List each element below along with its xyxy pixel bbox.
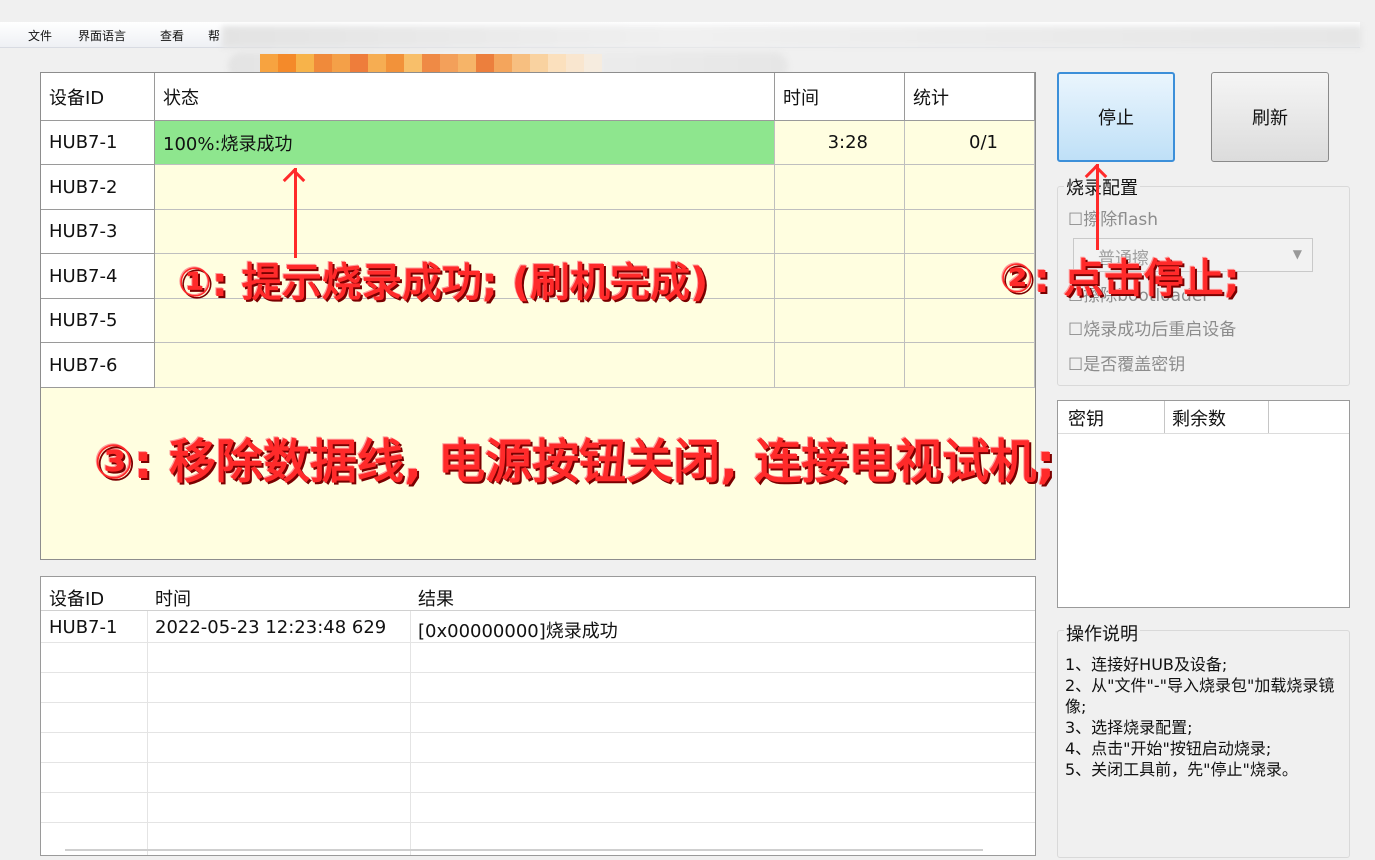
log-row-divider	[41, 792, 1035, 793]
grid-header-id: 设备ID	[41, 73, 155, 121]
log-row-time[interactable]: 2022-05-23 12:23:48 629	[147, 617, 386, 638]
log-col-divider	[147, 611, 148, 855]
annotation-step2: ②: 点击停止;	[1000, 256, 1240, 302]
grid-row-status	[155, 165, 775, 210]
grid-row-time	[775, 254, 905, 299]
key-list: 密钥 剩余数	[1057, 400, 1350, 608]
log-row-divider	[41, 822, 1035, 823]
grid-row-stats	[905, 165, 1035, 210]
menu-language[interactable]: 界面语言	[78, 27, 126, 44]
instructions-title: 操作说明	[1064, 620, 1140, 646]
annotation-step3: ③: 移除数据线, 电源按钮关闭, 连接电视试机;	[94, 435, 1056, 490]
remaining-header: 剩余数	[1172, 409, 1226, 430]
log-header-id: 设备ID	[49, 589, 105, 610]
grid-row-time	[775, 210, 905, 254]
grid-header-status: 状态	[155, 73, 775, 121]
key-col-divider	[1164, 401, 1165, 433]
refresh-button[interactable]: 刷新	[1211, 72, 1329, 162]
grid-header-stats: 统计	[905, 73, 1035, 121]
grid-row-id[interactable]: HUB7-3	[41, 210, 155, 254]
menu-help[interactable]: 帮	[208, 27, 220, 44]
log-row-divider	[41, 672, 1035, 673]
instruction-line: 2、从"文件"-"导入烧录包"加载烧录镜像;	[1065, 676, 1335, 716]
log-grid: 设备ID 时间 结果 HUB7-1 2022-05-23 12:23:48 62…	[40, 576, 1036, 856]
log-scrollbar[interactable]	[65, 849, 983, 851]
erase-flash-checkbox[interactable]: ☐擦除flash	[1068, 205, 1158, 230]
grid-row-id[interactable]: HUB7-5	[41, 299, 155, 343]
log-row-divider	[41, 642, 1035, 643]
grid-row-stats: 0/1	[905, 121, 1035, 165]
grid-row-id[interactable]: HUB7-4	[41, 254, 155, 299]
instruction-line: 1、连接好HUB及设备;	[1065, 655, 1228, 674]
log-col-divider	[410, 611, 411, 855]
annotation-arrow-icon	[1096, 164, 1099, 250]
annotation-arrow-icon	[294, 168, 297, 258]
log-row-divider	[41, 702, 1035, 703]
blurred-region	[222, 26, 1362, 48]
instruction-line: 3、选择烧录配置;	[1065, 718, 1193, 737]
log-row-divider	[41, 732, 1035, 733]
annotation-step1: ①: 提示烧录成功; (刷机完成)	[178, 260, 709, 306]
instruction-line: 4、点击"开始"按钮启动烧录;	[1065, 739, 1272, 758]
grid-row-time	[775, 299, 905, 343]
grid-row-status	[155, 343, 775, 388]
overwrite-key-checkbox[interactable]: ☐是否覆盖密钥	[1068, 350, 1185, 375]
grid-row-time: 3:28	[775, 121, 905, 165]
log-header-divider	[41, 610, 1035, 611]
menu-view[interactable]: 查看	[160, 27, 184, 44]
stop-button[interactable]: 停止	[1057, 72, 1175, 162]
grid-row-stats	[905, 299, 1035, 343]
key-header-divider	[1058, 433, 1349, 434]
grid-row-status: 100%:烧录成功	[155, 121, 775, 165]
grid-row-status	[155, 210, 775, 254]
grid-row-id[interactable]: HUB7-2	[41, 165, 155, 210]
grid-row-id[interactable]: HUB7-6	[41, 343, 155, 388]
key-col-divider	[1268, 401, 1269, 433]
log-row-id[interactable]: HUB7-1	[41, 617, 117, 638]
grid-row-id[interactable]: HUB7-1	[41, 121, 155, 165]
log-row-divider	[41, 762, 1035, 763]
chevron-down-icon: ▼	[1292, 247, 1302, 261]
instruction-line: 5、关闭工具前，先"停止"烧录。	[1065, 760, 1298, 779]
grid-header-time: 时间	[775, 73, 905, 121]
log-header-time: 时间	[155, 589, 191, 610]
log-header-result: 结果	[418, 589, 454, 610]
instructions-text: 1、连接好HUB及设备; 2、从"文件"-"导入烧录包"加载烧录镜像; 3、选择…	[1065, 654, 1345, 780]
reboot-after-checkbox[interactable]: ☐烧录成功后重启设备	[1068, 315, 1236, 340]
menu-file[interactable]: 文件	[28, 27, 52, 44]
key-header: 密钥	[1068, 409, 1104, 430]
grid-row-stats	[905, 343, 1035, 388]
log-row-result[interactable]: [0x00000000]烧录成功	[410, 617, 618, 643]
grid-row-time	[775, 165, 905, 210]
grid-row-time	[775, 343, 905, 388]
